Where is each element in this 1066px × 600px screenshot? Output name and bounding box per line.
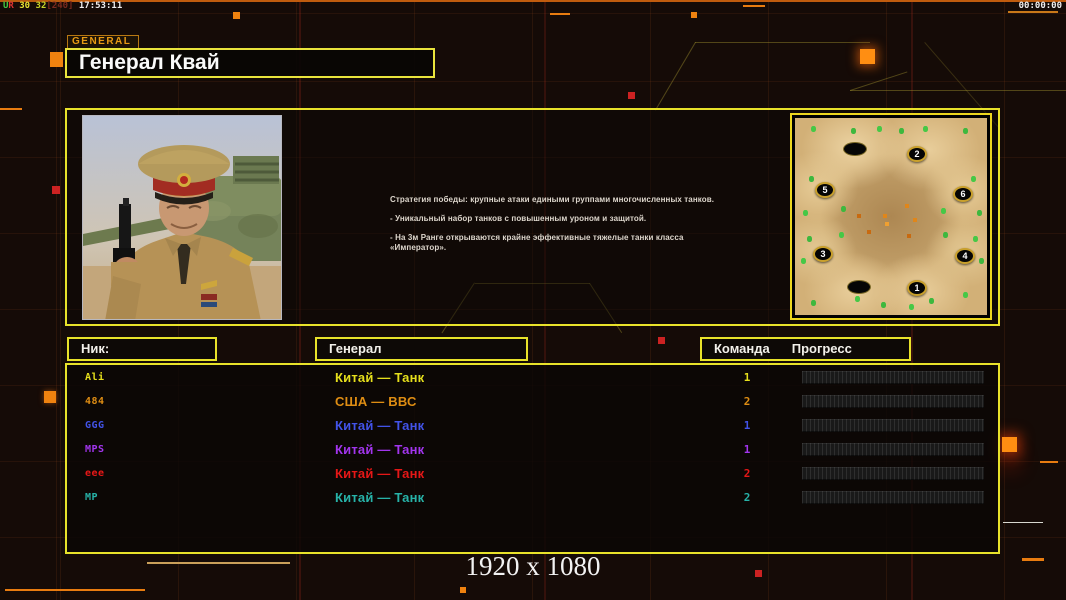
- progress-bar: [802, 395, 984, 408]
- decor-dash: [1040, 461, 1058, 463]
- player-row: Ali Китай — Танк 1: [67, 365, 998, 389]
- strategy-briefing: Стратегия победы: крупные атаки едиными …: [390, 195, 730, 262]
- debug-overlay: UR 30 32[240] 17:53:11: [3, 1, 122, 11]
- decor-dash: [550, 13, 570, 15]
- map-spawn-marker: 1: [907, 280, 927, 296]
- player-team: 1: [743, 443, 751, 456]
- player-name: eee: [85, 468, 105, 479]
- player-row: eee Китай — Танк 2: [67, 461, 998, 485]
- player-general: Китай — Танк: [335, 370, 425, 385]
- map-canvas: 2 5 6 3 4 1: [795, 118, 987, 315]
- decor-square: [1002, 437, 1017, 452]
- player-row: MPS Китай — Танк 1: [67, 437, 998, 461]
- debug-segment: 32: [35, 1, 47, 11]
- briefing-line: Стратегия победы: крупные атаки едиными …: [390, 195, 715, 204]
- column-header-nick: Ник:: [67, 337, 217, 361]
- match-timer: 00:00:00: [1018, 1, 1062, 11]
- bottom-divider-line: [66, 0, 1066, 2]
- column-header-team-progress: Команда Прогресс: [700, 337, 911, 361]
- decor-square: [658, 337, 665, 344]
- decor-square: [691, 12, 697, 18]
- decor-line: [695, 42, 870, 43]
- general-portrait: [82, 115, 282, 320]
- map-start-oval: [843, 142, 867, 156]
- map-spawn-marker: 6: [953, 186, 973, 202]
- player-team: 2: [743, 395, 751, 408]
- player-general: Китай — Танк: [335, 418, 425, 433]
- decor-dash: [743, 5, 765, 7]
- map-spawn-marker: 3: [813, 246, 833, 262]
- decor-square: [460, 587, 466, 593]
- decor-dash: [5, 589, 145, 591]
- player-general: США — ВВС: [335, 394, 417, 409]
- decor-line: [850, 90, 1066, 91]
- player-row: GGG Китай — Танк 1: [67, 413, 998, 437]
- decor-square: [233, 12, 240, 19]
- player-general: Китай — Танк: [335, 466, 425, 481]
- column-header-progress: Прогресс: [791, 341, 852, 356]
- debug-segment: 30: [13, 1, 36, 11]
- loading-screen: UR 30 32[240] 17:53:11 00:00:00 GENERAL …: [0, 0, 1066, 600]
- debug-segment: [240]: [46, 1, 74, 11]
- map-spawn-marker: 4: [955, 248, 975, 264]
- player-name: Ali: [85, 372, 105, 383]
- decor-square: [860, 49, 875, 64]
- debug-segment: 17:53:11: [73, 1, 123, 11]
- player-team: 1: [743, 419, 751, 432]
- map-preview: 2 5 6 3 4 1: [790, 113, 992, 320]
- player-name: MP: [85, 492, 99, 503]
- column-header-general: Генерал: [315, 337, 528, 361]
- decor-square: [50, 52, 63, 67]
- map-spawn-marker: 2: [907, 146, 927, 162]
- progress-bar: [802, 371, 984, 384]
- general-tab-label: GENERAL: [67, 35, 139, 49]
- player-general: Китай — Танк: [335, 442, 425, 457]
- progress-bar: [802, 419, 984, 432]
- briefing-line: - Уникальный набор танков с повышенным у…: [390, 214, 647, 223]
- progress-bar: [802, 491, 984, 504]
- player-team: 2: [743, 467, 751, 480]
- briefing-line: - На 3м Ранге открываются крайне эффекти…: [390, 233, 684, 252]
- decor-square: [52, 186, 60, 194]
- decor-line: [850, 71, 908, 91]
- player-team: 1: [743, 371, 751, 384]
- map-spawn-marker: 5: [815, 182, 835, 198]
- player-general: Китай — Танк: [335, 490, 425, 505]
- decor-dash: [0, 108, 22, 110]
- progress-bar: [802, 443, 984, 456]
- decor-line: [655, 41, 696, 111]
- resolution-label: 1920 x 1080: [465, 551, 601, 581]
- player-team: 2: [743, 491, 751, 504]
- player-name: GGG: [85, 420, 105, 431]
- decor-square: [44, 391, 56, 403]
- decor-square: [628, 92, 635, 99]
- timer-underline: [1008, 11, 1058, 13]
- page-title: Генерал Квай: [65, 48, 435, 78]
- column-header-team: Команда: [714, 341, 770, 356]
- map-start-oval: [847, 280, 871, 294]
- players-panel: Ali Китай — Танк 1 484 США — ВВС 2 GGG К…: [65, 363, 1000, 554]
- player-row: MP Китай — Танк 2: [67, 485, 998, 509]
- progress-bar: [802, 467, 984, 480]
- player-name: 484: [85, 396, 105, 407]
- general-info-panel: Стратегия победы: крупные атаки едиными …: [65, 108, 1000, 326]
- general-portrait-art: [83, 116, 281, 319]
- map-supply-dots: [795, 118, 799, 122]
- decor-dash: [1003, 522, 1043, 523]
- player-row: 484 США — ВВС 2: [67, 389, 998, 413]
- player-name: MPS: [85, 444, 105, 455]
